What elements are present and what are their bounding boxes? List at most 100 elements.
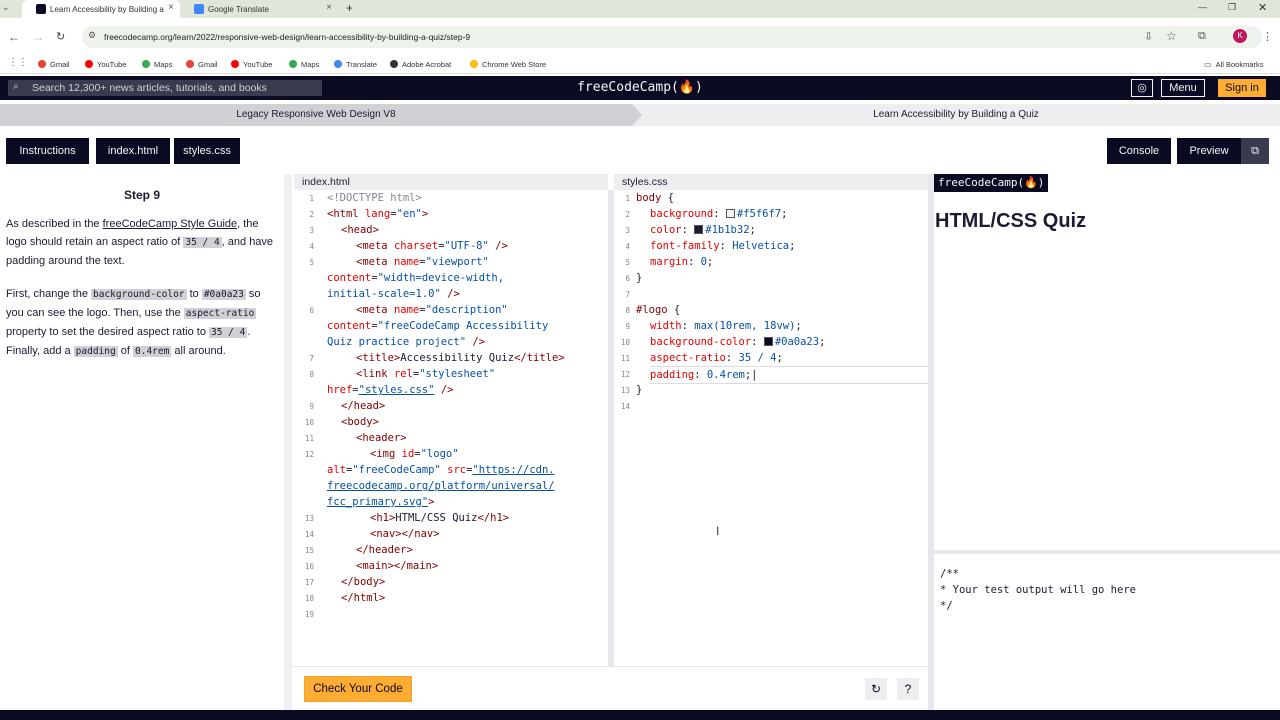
help-icon[interactable]: ? <box>897 678 919 700</box>
gmail-icon <box>38 60 46 68</box>
menu-button[interactable]: Menu <box>1161 79 1205 97</box>
console-panel <box>934 550 1280 710</box>
preview-heading: HTML/CSS Quiz <box>935 210 1087 232</box>
sign-in-button[interactable]: Sign in <box>1218 79 1266 97</box>
folder-icon: ▭ <box>1204 59 1212 69</box>
reset-icon[interactable]: ↻ <box>865 678 887 700</box>
webstore-icon <box>470 60 478 68</box>
line-number: 6 <box>625 274 630 283</box>
bookmark-youtube[interactable]: YouTube <box>85 54 126 74</box>
preview-popout-icon[interactable]: ⧉ <box>1241 138 1269 164</box>
minimize-window-icon[interactable]: — <box>1198 2 1207 12</box>
fcc-logo[interactable]: freeCodeCamp(🔥) <box>560 78 720 98</box>
code-line: freecodecamp.org/platform/universal/ <box>327 480 555 492</box>
profile-avatar[interactable]: K <box>1233 29 1247 43</box>
language-globe-icon[interactable]: ◎ <box>1131 79 1153 97</box>
code-line: margin: 0; <box>650 256 714 268</box>
bookmark-gmail[interactable]: Gmail <box>38 54 70 74</box>
tab-preview[interactable]: Preview <box>1177 138 1241 164</box>
instructions-paragraph-2: First, change the background-color to #0… <box>6 288 261 357</box>
browser-tab-translate[interactable]: Google Translate × <box>180 0 338 18</box>
style-guide-link[interactable]: freeCodeCamp Style Guide <box>103 218 238 230</box>
line-number: 15 <box>304 546 314 555</box>
bookmark-translate[interactable]: Translate <box>334 54 377 74</box>
close-tab-icon[interactable]: × <box>326 2 332 13</box>
code-line: Quiz practice project" /> <box>327 336 486 348</box>
line-number: 11 <box>304 434 314 443</box>
check-code-button[interactable]: Check Your Code <box>304 676 412 702</box>
color-swatch <box>694 225 704 234</box>
color-swatch <box>763 337 773 346</box>
bookmark-adobe-acrobat[interactable]: Adobe Acrobat <box>390 54 451 74</box>
console-line: * Your test output will go here <box>940 584 1136 596</box>
bookmark-youtube-2[interactable]: YouTube <box>231 54 272 74</box>
code-line: href="styles.css" /> <box>327 384 454 396</box>
bookmark-star-icon[interactable]: ☆ <box>1166 29 1177 43</box>
url-text: freecodecamp.org/learn/2022/responsive-w… <box>104 32 471 42</box>
text-cursor-icon: I <box>716 524 720 538</box>
tab-console[interactable]: Console <box>1107 138 1171 164</box>
tab-index-html[interactable]: index.html <box>96 138 170 164</box>
code-line: #logo { <box>636 304 681 316</box>
code-line: fcc_primary.svg"> <box>327 496 435 508</box>
bookmark-chrome-web-store[interactable]: Chrome Web Store <box>470 54 546 74</box>
step-title: Step 9 <box>123 188 160 202</box>
breadcrumb-superblock[interactable]: Legacy Responsive Web Design V8 <box>0 104 632 126</box>
code-line: color: #1b1b32; <box>650 224 756 236</box>
line-number: 4 <box>309 242 314 251</box>
tab-styles-css[interactable]: styles.css <box>174 138 240 164</box>
code-line: <meta name="description" <box>356 304 508 316</box>
new-tab-button[interactable]: + <box>346 1 353 15</box>
maximize-window-icon[interactable]: ❐ <box>1228 2 1236 13</box>
code-line: <h1>HTML/CSS Quiz</h1> <box>370 512 510 524</box>
acrobat-icon <box>390 60 398 68</box>
search-input[interactable]: Search 12,300+ news articles, tutorials,… <box>8 80 322 96</box>
color-swatch <box>725 209 735 218</box>
code-line: <html lang="en"> <box>327 208 429 220</box>
line-number: 8 <box>309 370 314 379</box>
code-line: width: max(10rem, 18vw); <box>650 320 802 332</box>
install-app-icon[interactable]: ⇩ <box>1144 30 1153 43</box>
instructions-scrollbar[interactable] <box>284 174 292 710</box>
bookmark-gmail-2[interactable]: Gmail <box>186 54 218 74</box>
back-icon[interactable]: ← <box>8 30 20 44</box>
code-line: <main></main> <box>356 560 439 572</box>
css-editor-header: styles.css <box>614 174 928 190</box>
line-number: 5 <box>309 258 314 267</box>
apps-grid-icon[interactable]: ⋮⋮ <box>8 57 28 68</box>
line-number: 13 <box>304 514 314 523</box>
bookmark-maps-2[interactable]: Maps <box>289 54 319 74</box>
browser-tab-active[interactable]: Learn Accessibility by Building a × <box>22 0 180 18</box>
close-window-icon[interactable]: ✕ <box>1258 1 1267 14</box>
line-number: 14 <box>620 402 630 411</box>
line-number: 7 <box>309 354 314 363</box>
browser-menu-icon[interactable]: ⋮ <box>1262 30 1273 43</box>
line-number: 2 <box>625 210 630 219</box>
extensions-icon[interactable]: ⧉ <box>1198 30 1206 43</box>
tab-list-chevron-icon[interactable]: ⌄ <box>2 2 10 13</box>
code-line: } <box>636 384 643 396</box>
reload-icon[interactable]: ↻ <box>56 30 65 43</box>
line-number: 1 <box>625 194 630 203</box>
line-number: 11 <box>620 354 630 363</box>
bookmark-maps[interactable]: Maps <box>142 54 172 74</box>
line-number: 13 <box>620 386 630 395</box>
code-line: } <box>636 272 643 284</box>
maps-icon <box>142 60 150 68</box>
code-line: initial-scale=1.0" /> <box>327 288 460 300</box>
all-bookmarks[interactable]: ▭ All Bookmarks <box>1204 54 1264 74</box>
line-number: 7 <box>625 290 630 299</box>
code-line: background: #f5f6f7; <box>650 208 788 220</box>
close-tab-icon[interactable]: × <box>168 2 174 13</box>
footer-bar <box>0 710 1280 720</box>
line-number: 9 <box>309 402 314 411</box>
line-number: 4 <box>625 242 630 251</box>
line-number: 3 <box>625 226 630 235</box>
tab-instructions[interactable]: Instructions <box>6 138 89 164</box>
site-info-icon[interactable]: ⚙ <box>88 30 96 41</box>
url-bar[interactable]: freecodecamp.org/learn/2022/responsive-w… <box>82 26 1262 48</box>
breadcrumb-block[interactable]: Learn Accessibility by Building a Quiz <box>640 104 1272 126</box>
forward-icon[interactable]: → <box>32 30 44 44</box>
line-number: 5 <box>625 258 630 267</box>
search-placeholder: Search 12,300+ news articles, tutorials,… <box>32 82 267 94</box>
